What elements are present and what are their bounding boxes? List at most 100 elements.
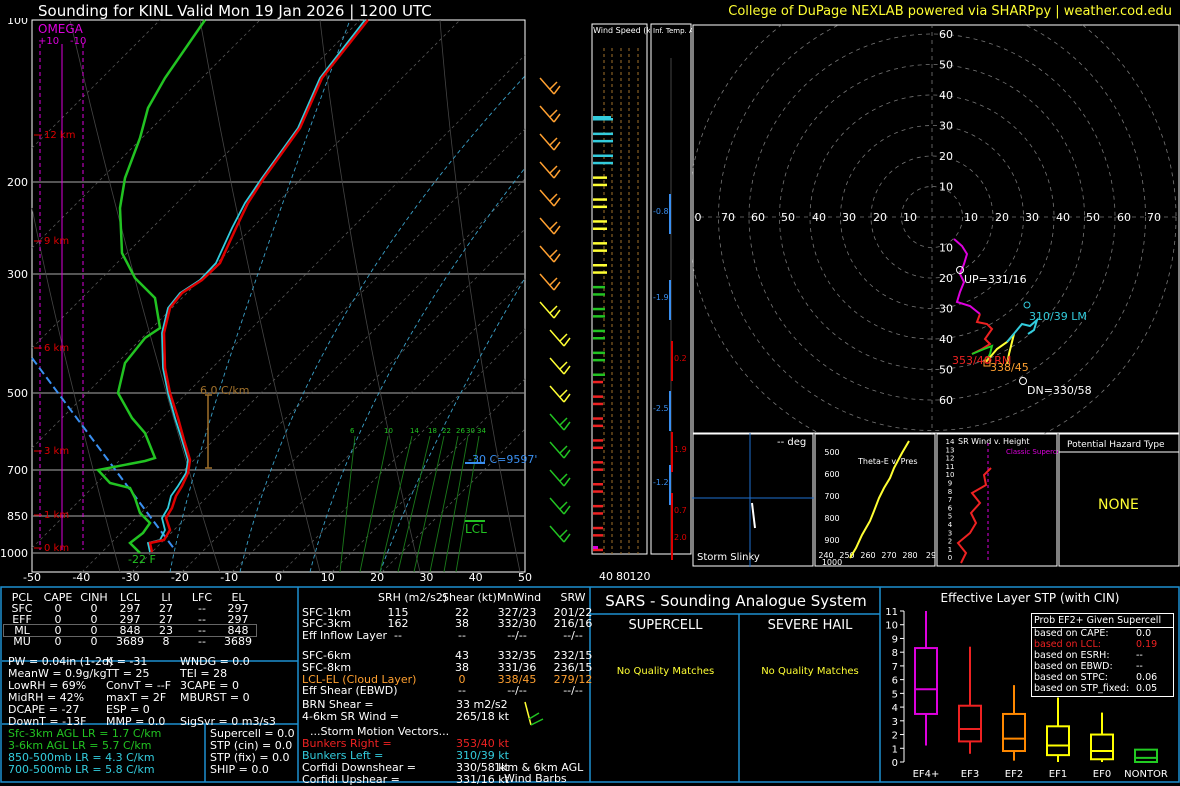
wind-speed-bar [593,315,605,318]
wind-speed-bar [593,351,605,355]
composite-block: Supercell = 0.0 STP (cin) = 0.0 STP (fix) … [210,727,295,776]
prob-row: based on STP_fixed: 0.05 [1032,683,1173,694]
temp-advection-value: -1.2 [653,478,669,487]
theta-e-y-label: 900 [824,536,839,545]
wind-speed-bar [593,483,603,486]
omega-tick: -10 [70,36,86,47]
wind-speed-bar [593,329,605,333]
mixing-ratio-label: 14 [410,427,419,435]
height-label: 9 km [44,236,69,247]
wind-barbs [539,77,571,543]
sr-wind-y-label: 12 [946,455,955,463]
hodograph-y-label: 20 [939,150,953,163]
sars-title: SARS - Sounding Analogue System [605,592,867,610]
wind-barb-staff [549,385,565,403]
wind-barb-flag [559,417,568,426]
wind-barb-staff [539,105,555,123]
sr-wind-label: 4-6km SR Wind = [302,710,400,723]
srwind-note: Classic Supercell [1006,448,1058,456]
wind-barb-staff [539,161,555,179]
wind-barb-flag [563,477,571,487]
temp-advection-value: 2.0 [674,533,687,542]
theta-e-title: Theta-E v. Pres [857,457,918,466]
composite-index: STP (fix) = 0.0 [210,751,290,764]
srwind-title: SR Wind v. Height [958,437,1029,446]
stp-category: EF4+ [913,769,940,780]
hodo-mean-label: 338/45 [990,361,1029,374]
slinky-title: -- deg [777,437,806,448]
wind-barb-flag [559,501,568,510]
wind-barb-flag [553,85,561,95]
stp-box [1134,748,1158,764]
temperature-label: 20 [370,571,384,584]
wind-speed-bar [593,534,603,537]
wind-barb-flag [563,505,571,515]
pressure-label: 850 [7,510,28,523]
wind-barb-flag [553,253,561,263]
prob-label: based on STP_fixed: [1034,683,1130,694]
stp-category: NONTOR [1124,769,1168,780]
wind-barb-staff [549,525,565,543]
hodograph-y-label: 40 [939,333,953,346]
wind-speed-bar [593,271,607,274]
prob-title: Prob EF2+ Given Supercell [1032,614,1173,628]
stp-y-label: 0 [892,758,898,769]
pressure-label: 100 [7,18,28,27]
parcel-cell: 0 [54,635,62,648]
sars-supercell: SUPERCELL [628,618,703,633]
wind-speed-bar [593,161,613,165]
parcel-cell: 0 [90,635,98,648]
temp-advection-bar [669,465,671,505]
wind-speed-bar [593,446,603,449]
temp-advection-value: 0.7 [674,506,687,515]
prob-label: based on ESRH: [1034,650,1110,661]
pressure-label: 1000 [0,547,28,560]
stp-y-label: 11 [885,607,898,618]
kinematics-row: --/-- [563,629,583,642]
stp-y-label: 4 [892,703,898,714]
pressure-label: 300 [7,268,28,281]
parcel-cell: 8 [162,635,170,648]
stp-axis: 11109876543210 [885,607,905,769]
hodograph-y-label: 50 [939,59,953,72]
kinematics-header: SRH (m2/s2) [378,591,448,604]
wind-barb-flag [553,309,561,319]
temp-advection-value: -0.8 [653,207,669,216]
stp-box [914,647,938,715]
mixing-ratio-label: 18 [428,427,437,435]
wind-barb-flag [563,449,571,459]
stp-y-label: 5 [892,689,898,700]
sr-wind-y-label: 9 [948,480,952,488]
wind-speed-bar [593,526,603,530]
temperature-label: -10 [220,571,238,584]
stp-y-label: 10 [885,621,898,632]
temp-advection-bar [671,432,673,472]
stp-title: Effective Layer STP (with CIN) [940,591,1120,605]
index-value: MBURST = 0 [180,691,250,704]
parcel-cell: 3689 [224,635,252,648]
mixing-ratio-label: 10 [384,427,393,435]
mixing-ratio-label: 34 [477,427,486,435]
prob-value: 0.05 [1136,683,1158,694]
lapse-rate: 850-500mb LR = 4.3 C/km [8,751,155,764]
wind-speed-tick: 80 [616,570,630,583]
wind-barb-flag [549,193,558,202]
stp-y-label: 7 [892,662,898,673]
theta-e-y-label: 500 [824,448,839,457]
temp-advection-panel: Inf. Temp. Adv. (C/hr) -0.8 -1.9 0.2 -2.5 1.… [650,23,692,560]
temp-advection-title: Inf. Temp. Adv. (C/hr) [653,27,692,35]
wind-speed-bar [593,227,607,230]
kinematics-row: -- [458,684,466,697]
height-label: 3 km [44,446,69,457]
hodograph-y-label: 10 [939,181,953,194]
kinematics-barb [530,718,544,726]
temp-advection-value: 1.9 [674,445,687,454]
mixing-ratio-label: 26 [456,427,465,435]
prob-row: based on EBWD: -- [1032,661,1173,672]
temperature-label: 0 [275,571,282,584]
wind-speed-bar [593,504,603,508]
indices-col-1: PW = 0.04in (1-2σ) MeanW = 0.9g/kg LowRH =… [8,656,113,728]
wind-speed-bar [593,264,607,267]
hodograph-x-label: 10 [903,211,917,224]
wind-speed-bar [593,468,603,471]
